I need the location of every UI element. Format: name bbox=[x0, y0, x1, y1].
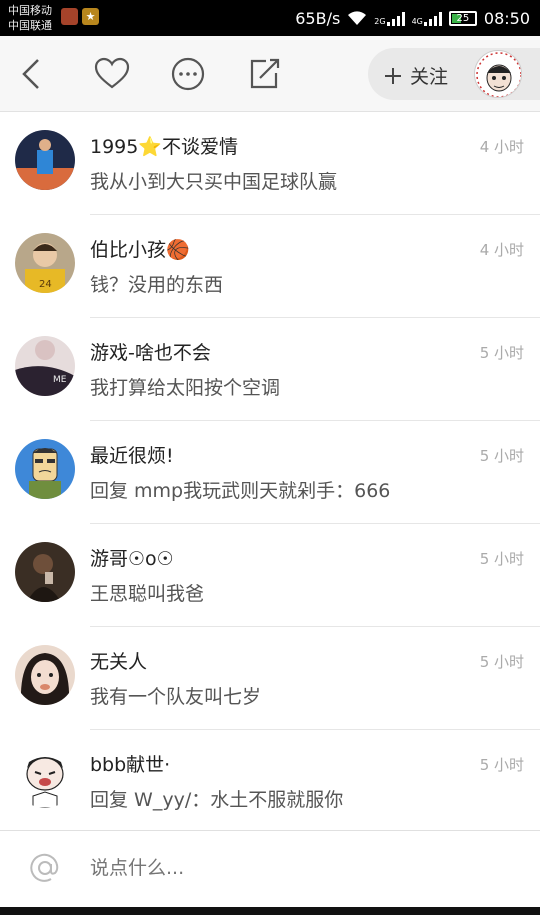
notification-star-icon: ★ bbox=[82, 8, 99, 25]
follow-button[interactable]: 关注 bbox=[368, 48, 540, 100]
user-name[interactable]: 1995⭐不谈爱情 bbox=[90, 132, 238, 159]
comment-item[interactable]: ME 游戏-啥也不会 5 小时 我打算给太阳按个空调 bbox=[0, 318, 540, 421]
comment-text: 我从小到大只买中国足球队赢 bbox=[90, 171, 338, 193]
user-name[interactable]: 最近很烦! bbox=[90, 441, 174, 468]
status-right: 65B/s 2G 4G 25 08:50 bbox=[295, 0, 530, 36]
system-nav-bar bbox=[0, 907, 540, 915]
back-icon[interactable] bbox=[12, 54, 52, 94]
comment-input-bar bbox=[0, 830, 540, 907]
clock: 08:50 bbox=[483, 8, 530, 28]
app-bar: 关注 bbox=[0, 36, 540, 112]
comment-item[interactable]: 游哥☉o☉ 5 小时 王思聪叫我爸 bbox=[0, 524, 540, 627]
user-name[interactable]: 游戏-啥也不会 bbox=[90, 338, 211, 365]
plus-icon bbox=[385, 67, 401, 84]
svg-text:ME: ME bbox=[53, 375, 67, 385]
comment-time: 5 小时 bbox=[479, 344, 524, 362]
user-avatar[interactable] bbox=[15, 748, 75, 808]
share-icon[interactable] bbox=[244, 54, 284, 94]
user-name[interactable]: 伯比小孩🏀 bbox=[90, 235, 190, 262]
comment-text: 我有一个队友叫七岁 bbox=[90, 686, 262, 708]
battery-icon: 25 bbox=[448, 10, 477, 26]
notification-app-icon bbox=[61, 8, 78, 25]
carrier-2: 中国联通 bbox=[8, 19, 52, 32]
comment-item[interactable]: 24 伯比小孩🏀 4 小时 钱？没用的东西 bbox=[0, 215, 540, 318]
comment-time: 5 小时 bbox=[479, 756, 524, 774]
user-name[interactable]: bbb献世· bbox=[90, 750, 170, 777]
comment-text: 钱？没用的东西 bbox=[90, 274, 224, 296]
network-type-2: 4G bbox=[411, 17, 423, 26]
comment-input[interactable] bbox=[90, 857, 490, 879]
comment-time: 5 小时 bbox=[479, 653, 524, 671]
carrier-1: 中国移动 bbox=[8, 4, 52, 17]
comment-item[interactable]: 1995⭐不谈爱情 4 小时 我从小到大只买中国足球队赢 bbox=[0, 112, 540, 215]
comment-text: 回复 W_yy/：水土不服就服你 bbox=[90, 789, 344, 811]
user-avatar[interactable]: ME bbox=[15, 336, 75, 396]
comment-text: 我打算给太阳按个空调 bbox=[90, 377, 281, 399]
user-name[interactable]: 游哥☉o☉ bbox=[90, 544, 174, 571]
comment-time: 5 小时 bbox=[479, 550, 524, 568]
svg-text:24: 24 bbox=[39, 279, 52, 290]
user-avatar[interactable] bbox=[15, 645, 75, 705]
follow-label: 关注 bbox=[410, 66, 449, 88]
comment-list: 1995⭐不谈爱情 4 小时 我从小到大只买中国足球队赢 24 伯比小孩🏀 4 … bbox=[0, 112, 540, 830]
user-avatar[interactable]: 24 bbox=[15, 233, 75, 293]
comment-time: 4 小时 bbox=[479, 241, 524, 259]
network-speed: 65B/s bbox=[295, 8, 341, 28]
network-type-1: 2G bbox=[374, 17, 386, 26]
signal-icon-2 bbox=[423, 10, 442, 26]
battery-level: 25 bbox=[456, 12, 470, 24]
comment-time: 5 小时 bbox=[479, 447, 524, 465]
comment-time: 4 小时 bbox=[479, 138, 524, 156]
comment-item[interactable]: 无关人 5 小时 我有一个队友叫七岁 bbox=[0, 627, 540, 730]
user-name[interactable]: 无关人 bbox=[90, 647, 147, 674]
comment-item[interactable]: 最近很烦! 5 小时 回复 mmp我玩武则天就剁手：666 bbox=[0, 421, 540, 524]
comment-item[interactable]: bbb献世· 5 小时 回复 W_yy/：水土不服就服你 bbox=[0, 730, 540, 833]
signal-icon-1 bbox=[386, 10, 405, 26]
more-options-icon[interactable] bbox=[168, 54, 208, 94]
user-avatar[interactable] bbox=[15, 439, 75, 499]
user-avatar[interactable] bbox=[15, 542, 75, 602]
author-avatar[interactable] bbox=[474, 50, 522, 98]
comment-text: 回复 mmp我玩武则天就剁手：666 bbox=[90, 480, 391, 502]
comment-text: 王思聪叫我爸 bbox=[90, 583, 205, 605]
wifi-icon bbox=[348, 11, 367, 25]
like-icon[interactable] bbox=[92, 54, 132, 94]
user-avatar[interactable] bbox=[15, 130, 75, 190]
mention-icon[interactable] bbox=[30, 853, 60, 883]
carrier-names: 中国移动 中国联通 bbox=[8, 3, 52, 33]
status-bar: 中国移动 中国联通 ★ 65B/s 2G 4G 25 08:50 bbox=[0, 0, 540, 36]
